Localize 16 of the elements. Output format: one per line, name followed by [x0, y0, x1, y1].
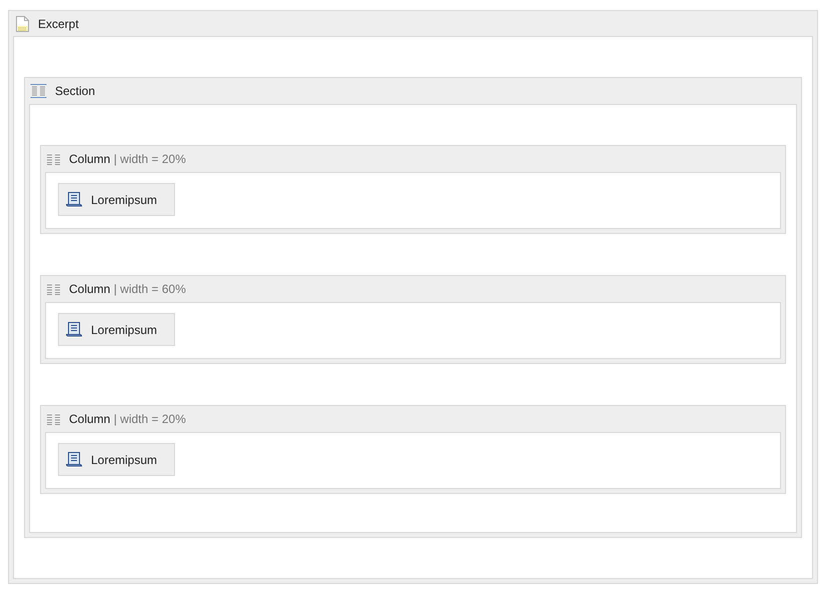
column-title: Column | width = 20%: [69, 411, 186, 428]
content-block[interactable]: Loremipsum: [58, 443, 175, 476]
content-block[interactable]: Loremipsum: [58, 183, 175, 216]
scroll-icon: [66, 322, 82, 337]
columns-icon: [47, 414, 60, 424]
columns-icon: [47, 284, 60, 294]
column-title: Column | width = 60%: [69, 281, 186, 298]
document-icon: [16, 16, 29, 32]
scroll-icon: [66, 192, 82, 207]
content-block[interactable]: Loremipsum: [58, 313, 175, 346]
columns-icon: [47, 154, 60, 164]
section-title: Section: [55, 83, 96, 100]
column-title: Column | width = 20%: [69, 151, 186, 168]
excerpt-title: Excerpt: [38, 16, 79, 32]
columns-icon: [30, 84, 47, 98]
scroll-icon: [66, 452, 82, 467]
